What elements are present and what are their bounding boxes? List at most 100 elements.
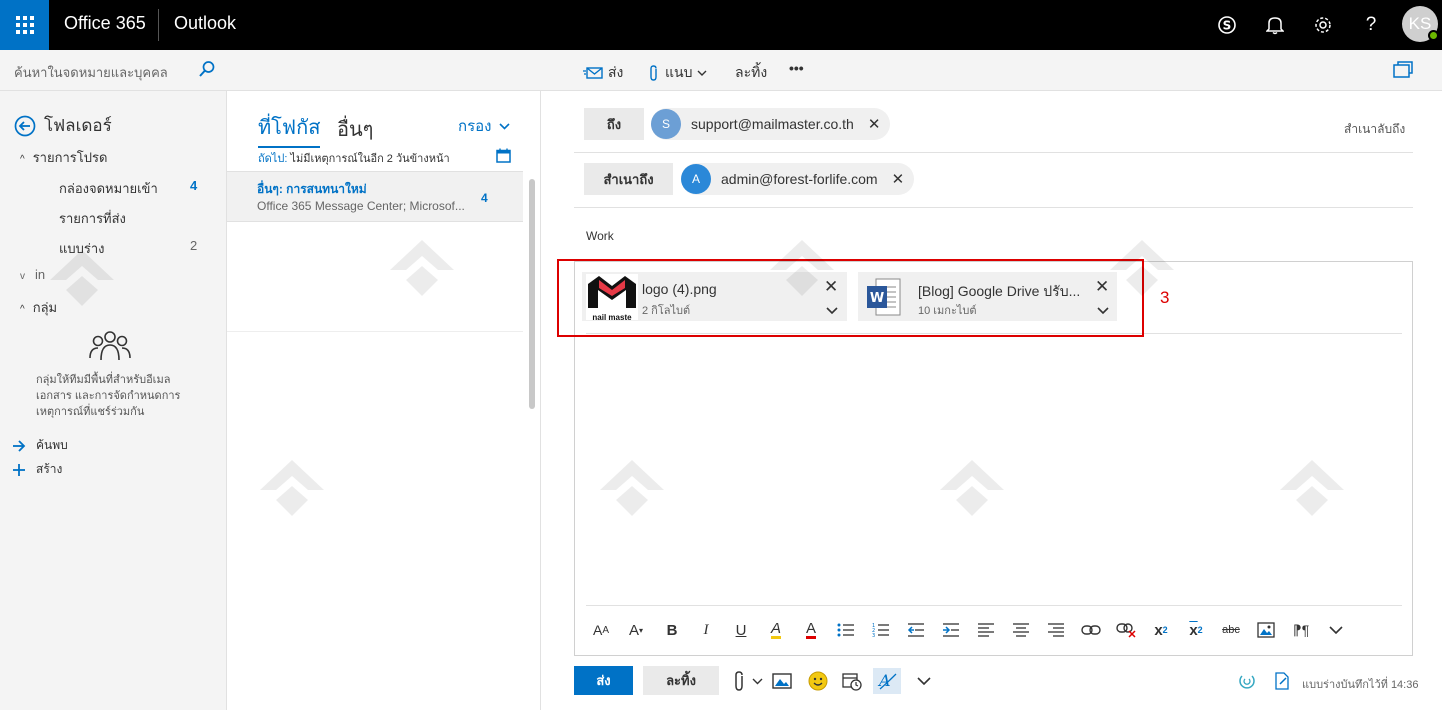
attach-command[interactable]: แนบ	[648, 62, 707, 84]
svg-text:3: 3	[872, 633, 875, 638]
bcc-link[interactable]: สำเนาลับถึง	[1344, 120, 1405, 139]
underline-icon[interactable]: U	[730, 619, 752, 641]
calendar-icon[interactable]	[496, 148, 511, 166]
chevron-down-icon[interactable]	[912, 670, 936, 692]
more-options-icon[interactable]: •••	[789, 60, 804, 76]
align-center-icon[interactable]	[1010, 619, 1032, 641]
chevron-down-icon	[499, 122, 511, 130]
recipient-cc-chip[interactable]: A admin@forest-forlife.com ✕	[681, 163, 915, 195]
tab-other[interactable]: อื่นๆ	[337, 113, 373, 145]
recipient-to-chip[interactable]: S support@mailmaster.co.th ✕	[651, 108, 891, 140]
app-name[interactable]: Outlook	[174, 13, 236, 34]
font-icon[interactable]: AA	[590, 619, 612, 641]
folder-inbox[interactable]: กล่องจดหมายเข้า	[59, 178, 158, 199]
chevron-down-icon[interactable]	[1325, 619, 1347, 641]
schedule-meeting-icon[interactable]	[840, 670, 864, 692]
attach-command-label: แนบ	[665, 64, 693, 80]
remove-recipient-icon[interactable]: ✕	[868, 115, 881, 133]
expand-icon[interactable]: v	[20, 271, 25, 282]
command-bar: ส่ง แนบ ละทิ้ง •••	[227, 50, 1442, 91]
cc-button[interactable]: สำเนาถึง	[584, 163, 673, 195]
bold-icon[interactable]: B	[661, 619, 683, 641]
highlight-icon[interactable]: A	[765, 619, 787, 641]
recipient-avatar: S	[651, 109, 681, 139]
recipient-avatar: A	[681, 164, 711, 194]
emoji-icon[interactable]	[806, 670, 830, 692]
insert-picture-inline-icon[interactable]	[1255, 619, 1277, 641]
bell-icon[interactable]	[1262, 12, 1288, 38]
groups-description: กลุ่มให้ทีมมีพื้นที่สำหรับอีเมล เอกสาร แ…	[36, 374, 181, 418]
discard-button[interactable]: ละทิ้ง	[643, 666, 719, 695]
skype-icon[interactable]: S	[1214, 12, 1240, 38]
format-text-icon[interactable]: A	[873, 668, 901, 694]
tab-focused[interactable]: ที่โฟกัส	[258, 111, 321, 148]
superscript-icon[interactable]: x2	[1150, 619, 1172, 641]
discard-command[interactable]: ละทิ้ง	[735, 62, 767, 84]
search-input[interactable]: ค้นหาในจดหมายและบุคคล	[14, 62, 168, 83]
align-left-icon[interactable]	[975, 619, 997, 641]
help-icon[interactable]: ?	[1358, 12, 1384, 38]
annotation-highlight-box	[557, 259, 1144, 337]
svg-text:S: S	[1223, 19, 1232, 33]
numbering-icon[interactable]: 123	[870, 619, 892, 641]
send-command-label: ส่ง	[608, 64, 624, 80]
search-box[interactable]: ค้นหาในจดหมายและบุคคล	[0, 50, 227, 91]
groups-label: กลุ่ม	[32, 300, 58, 315]
groups-section[interactable]: ^ กลุ่ม	[20, 297, 57, 318]
brand-divider	[158, 9, 159, 41]
align-right-icon[interactable]	[1045, 619, 1067, 641]
send-command[interactable]: ส่ง	[583, 62, 623, 84]
brand-label[interactable]: Office 365	[64, 13, 146, 34]
increase-indent-icon[interactable]	[940, 619, 962, 641]
paperclip-icon	[650, 65, 657, 81]
folder-sent[interactable]: รายการที่ส่ง	[59, 208, 126, 229]
bullets-icon[interactable]	[835, 619, 857, 641]
back-arrow-icon[interactable]	[14, 115, 36, 137]
list-divider	[227, 331, 523, 332]
paragraph-direction-icon[interactable]: ⁋¶	[1290, 619, 1312, 641]
italic-icon[interactable]: I	[695, 619, 717, 641]
remove-recipient-icon[interactable]: ✕	[892, 170, 905, 188]
gear-icon[interactable]	[1310, 12, 1336, 38]
subscript-icon[interactable]: x2	[1185, 619, 1207, 641]
discover-link[interactable]: ค้นพบ	[12, 436, 68, 455]
collapse-icon[interactable]: ^	[20, 154, 25, 165]
decrease-indent-icon[interactable]	[905, 619, 927, 641]
popout-icon[interactable]	[1393, 61, 1413, 79]
filter-dropdown[interactable]: กรอง	[458, 114, 511, 138]
chevron-down-icon[interactable]	[745, 670, 769, 692]
discover-label: ค้นพบ	[36, 438, 68, 452]
collapse-icon[interactable]: ^	[20, 304, 25, 315]
app-launcher-icon[interactable]	[0, 0, 49, 50]
favorites-section[interactable]: ^ รายการโปรด	[20, 147, 107, 168]
cc-divider	[574, 207, 1413, 208]
account-section[interactable]: v in	[20, 267, 45, 282]
chevron-down-icon	[697, 70, 707, 76]
search-icon[interactable]	[198, 60, 216, 81]
folders-header[interactable]: โฟลเดอร์	[14, 112, 112, 139]
create-link[interactable]: สร้าง	[12, 460, 62, 479]
list-item[interactable]: อื่นๆ: การสนทนาใหม่ Office 365 Message C…	[227, 171, 523, 222]
folder-drafts[interactable]: แบบร่าง	[59, 238, 105, 259]
message-count: 4	[481, 191, 488, 205]
strikethrough-icon[interactable]: abc	[1220, 619, 1242, 641]
top-bar: Office 365 Outlook S ? KS	[0, 0, 1442, 50]
presence-dot	[1428, 30, 1439, 41]
font-color-icon[interactable]: A	[800, 619, 822, 641]
inbox-unread-count: 4	[190, 178, 198, 193]
upcoming-events: ถัดไป: ไม่มีเหตุการณ์ในอีก 2 วันข้างหน้า	[258, 149, 450, 167]
remove-link-icon[interactable]	[1115, 619, 1137, 641]
message-subject: อื่นๆ: การสนทนาใหม่	[257, 182, 367, 196]
list-scrollbar[interactable]	[529, 179, 535, 409]
upcoming-text: ไม่มีเหตุการณ์ในอีก 2 วันข้างหน้า	[287, 153, 450, 165]
subject-field[interactable]: Work	[586, 229, 614, 243]
arrow-right-icon	[13, 439, 26, 452]
font-size-icon[interactable]: A ▾	[625, 619, 647, 641]
drafts-count: 2	[190, 238, 198, 253]
insert-link-icon[interactable]	[1080, 619, 1102, 641]
insert-picture-icon[interactable]	[770, 670, 794, 692]
left-navigation: ค้นหาในจดหมายและบุคคล โฟลเดอร์ ^ รายการโป…	[0, 50, 227, 710]
recipient-email: support@mailmaster.co.th	[691, 116, 854, 132]
to-button[interactable]: ถึง	[584, 108, 644, 140]
send-button[interactable]: ส่ง	[574, 666, 633, 695]
